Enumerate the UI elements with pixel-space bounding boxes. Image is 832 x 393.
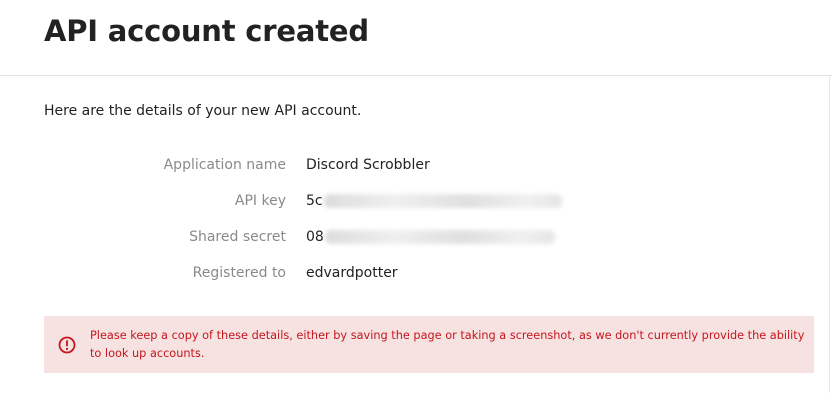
alert-message: Please keep a copy of these details, eit… bbox=[90, 329, 805, 360]
content-divider bbox=[829, 76, 830, 393]
account-details: Application name Discord Scrobbler API k… bbox=[44, 153, 604, 297]
redacted-blur bbox=[324, 230, 555, 244]
detail-row-api-key: API key 5c bbox=[44, 189, 604, 225]
page: API account created Here are the details… bbox=[0, 0, 832, 393]
registered-to-label: Registered to bbox=[192, 265, 286, 281]
application-name-label: Application name bbox=[163, 157, 286, 173]
redacted-blur bbox=[323, 194, 562, 208]
application-name-value: Discord Scrobbler bbox=[306, 157, 430, 173]
api-key-label: API key bbox=[234, 193, 286, 209]
detail-row-shared-secret: Shared secret 08 bbox=[44, 225, 604, 261]
warning-alert: Please keep a copy of these details, eit… bbox=[44, 316, 814, 373]
shared-secret-label: Shared secret bbox=[189, 229, 286, 245]
page-title: API account created bbox=[44, 14, 369, 48]
api-key-value-wrapper: 5c bbox=[306, 193, 562, 209]
page-header: API account created bbox=[0, 0, 832, 76]
shared-secret-value: 08 bbox=[306, 229, 324, 245]
alert-circle-icon bbox=[58, 336, 76, 354]
api-key-value: 5c bbox=[306, 193, 323, 209]
detail-row-application-name: Application name Discord Scrobbler bbox=[44, 153, 604, 189]
intro-text: Here are the details of your new API acc… bbox=[44, 103, 362, 119]
registered-to-value: edvardpotter bbox=[306, 265, 398, 281]
detail-row-registered-to: Registered to edvardpotter bbox=[44, 261, 604, 297]
shared-secret-value-wrapper: 08 bbox=[306, 229, 555, 245]
